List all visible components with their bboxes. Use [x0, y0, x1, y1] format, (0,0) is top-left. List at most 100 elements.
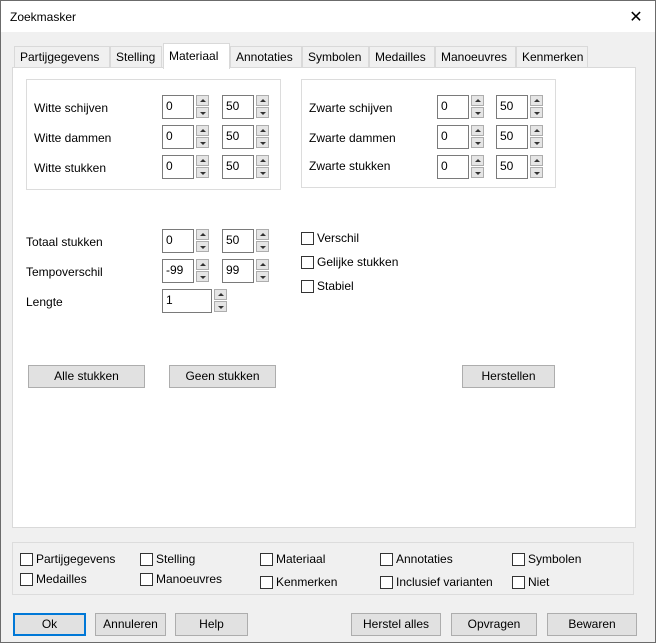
checkbox[interactable]	[20, 552, 33, 566]
tab-annotaties[interactable]: Annotaties	[230, 46, 302, 68]
tab-kenmerken[interactable]: Kenmerken	[516, 46, 588, 68]
spin-up-icon[interactable]	[196, 125, 209, 136]
checkbox[interactable]	[512, 575, 525, 589]
reset-all-button[interactable]: Herstel alles	[351, 613, 441, 636]
spin-up-icon[interactable]	[530, 125, 543, 136]
cancel-button[interactable]: Annuleren	[95, 613, 166, 636]
witte-schijven-min-input[interactable]: 0	[162, 95, 194, 119]
checkbox[interactable]	[380, 552, 393, 566]
spin-down-icon[interactable]	[530, 167, 543, 178]
spin-up-icon[interactable]	[256, 259, 269, 270]
help-button[interactable]: Help	[175, 613, 248, 636]
spin-up-icon[interactable]	[196, 95, 209, 106]
tempoverschil-max-input[interactable]: 99	[222, 259, 254, 283]
filter-manoeuvres[interactable]: Manoeuvres	[140, 572, 222, 586]
checkbox[interactable]	[260, 552, 273, 566]
spin-down-icon[interactable]	[196, 241, 209, 252]
checkbox[interactable]	[301, 279, 314, 293]
filter-symbolen[interactable]: Symbolen	[512, 552, 581, 566]
tempoverschil-max-spinner[interactable]	[256, 259, 269, 283]
spin-up-icon[interactable]	[196, 259, 209, 270]
tab-partijgegevens[interactable]: Partijgegevens	[14, 46, 110, 68]
spin-down-icon[interactable]	[196, 271, 209, 282]
witte-stukken-min-spinner[interactable]	[196, 155, 209, 179]
spin-down-icon[interactable]	[256, 137, 269, 148]
checkbox[interactable]	[301, 255, 314, 269]
filter-niet[interactable]: Niet	[512, 575, 549, 589]
filter-stelling[interactable]: Stelling	[140, 552, 195, 566]
spin-down-icon[interactable]	[471, 107, 484, 118]
witte-stukken-max-spinner[interactable]	[256, 155, 269, 179]
spin-up-icon[interactable]	[196, 229, 209, 240]
spin-up-icon[interactable]	[196, 155, 209, 166]
checkbox[interactable]	[260, 575, 273, 589]
zwarte-stukken-max-spinner[interactable]	[530, 155, 543, 179]
filter-materiaal[interactable]: Materiaal	[260, 552, 325, 566]
witte-stukken-min-input[interactable]: 0	[162, 155, 194, 179]
spin-up-icon[interactable]	[256, 125, 269, 136]
tab-medailles[interactable]: Medailles	[369, 46, 435, 68]
spin-up-icon[interactable]	[256, 155, 269, 166]
spin-up-icon[interactable]	[471, 95, 484, 106]
spin-down-icon[interactable]	[256, 271, 269, 282]
spin-down-icon[interactable]	[196, 107, 209, 118]
spin-down-icon[interactable]	[256, 241, 269, 252]
zwarte-dammen-min-spinner[interactable]	[471, 125, 484, 149]
zwarte-dammen-max-input[interactable]: 50	[496, 125, 528, 149]
reset-button[interactable]: Herstellen	[462, 365, 555, 388]
spin-down-icon[interactable]	[471, 137, 484, 148]
checkbox[interactable]	[301, 231, 314, 245]
filter-kenmerken[interactable]: Kenmerken	[260, 575, 337, 589]
checkbox[interactable]	[380, 575, 393, 589]
spin-up-icon[interactable]	[471, 125, 484, 136]
no-pieces-button[interactable]: Geen stukken	[169, 365, 276, 388]
checkbox[interactable]	[512, 552, 525, 566]
spin-down-icon[interactable]	[196, 167, 209, 178]
ok-button[interactable]: Ok	[13, 613, 86, 636]
spin-down-icon[interactable]	[196, 137, 209, 148]
witte-stukken-max-input[interactable]: 50	[222, 155, 254, 179]
spin-up-icon[interactable]	[471, 155, 484, 166]
filter-partijgegevens[interactable]: Partijgegevens	[20, 552, 115, 566]
zwarte-schijven-min-input[interactable]: 0	[437, 95, 469, 119]
filter-medailles[interactable]: Medailles	[20, 572, 87, 586]
witte-dammen-max-spinner[interactable]	[256, 125, 269, 149]
zwarte-schijven-min-spinner[interactable]	[471, 95, 484, 119]
spin-down-icon[interactable]	[471, 167, 484, 178]
witte-dammen-min-spinner[interactable]	[196, 125, 209, 149]
zwarte-stukken-max-input[interactable]: 50	[496, 155, 528, 179]
checkbox[interactable]	[140, 552, 153, 566]
save-button[interactable]: Bewaren	[547, 613, 637, 636]
spin-down-icon[interactable]	[530, 137, 543, 148]
close-icon[interactable]: ✕	[617, 1, 655, 32]
zwarte-stukken-min-spinner[interactable]	[471, 155, 484, 179]
tab-symbolen[interactable]: Symbolen	[302, 46, 369, 68]
spin-down-icon[interactable]	[256, 107, 269, 118]
spin-up-icon[interactable]	[530, 155, 543, 166]
totaal-stukken-min-spinner[interactable]	[196, 229, 209, 253]
all-pieces-button[interactable]: Alle stukken	[28, 365, 145, 388]
witte-schijven-max-input[interactable]: 50	[222, 95, 254, 119]
witte-dammen-min-input[interactable]: 0	[162, 125, 194, 149]
spin-up-icon[interactable]	[256, 229, 269, 240]
witte-schijven-min-spinner[interactable]	[196, 95, 209, 119]
lengte-input[interactable]: 1	[162, 289, 212, 313]
spin-down-icon[interactable]	[530, 107, 543, 118]
spin-up-icon[interactable]	[530, 95, 543, 106]
filter-annotaties[interactable]: Annotaties	[380, 552, 453, 566]
option-gelijke-stukken[interactable]: Gelijke stukken	[301, 255, 398, 269]
filter-inclusief-varianten[interactable]: Inclusief varianten	[380, 575, 493, 589]
zwarte-dammen-min-input[interactable]: 0	[437, 125, 469, 149]
checkbox[interactable]	[140, 572, 153, 586]
zwarte-dammen-max-spinner[interactable]	[530, 125, 543, 149]
spin-up-icon[interactable]	[214, 289, 227, 300]
checkbox[interactable]	[20, 572, 33, 586]
witte-dammen-max-input[interactable]: 50	[222, 125, 254, 149]
tempoverschil-min-input[interactable]: -99	[162, 259, 194, 283]
zwarte-schijven-max-spinner[interactable]	[530, 95, 543, 119]
zwarte-schijven-max-input[interactable]: 50	[496, 95, 528, 119]
option-stabiel[interactable]: Stabiel	[301, 279, 354, 293]
witte-schijven-max-spinner[interactable]	[256, 95, 269, 119]
tab-materiaal[interactable]: Materiaal	[163, 43, 230, 69]
spin-up-icon[interactable]	[256, 95, 269, 106]
